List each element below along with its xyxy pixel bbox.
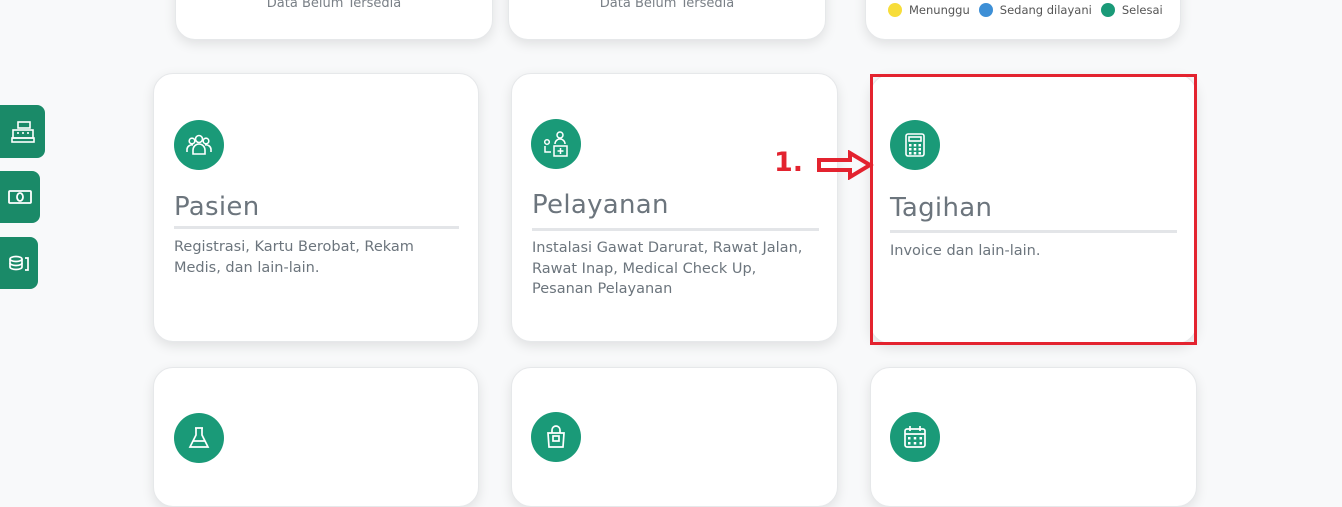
side-button-cash-register[interactable] bbox=[0, 105, 45, 158]
menu-card-pasien[interactable]: Pasien Registrasi, Kartu Berobat, Rekam … bbox=[153, 73, 479, 342]
doctor-service-icon bbox=[531, 119, 581, 169]
top-card-1: Data Belum Tersedia bbox=[175, 0, 493, 40]
no-data-text: Data Belum Tersedia bbox=[599, 0, 735, 11]
users-icon bbox=[174, 120, 224, 170]
legend-label-waiting: Menunggu bbox=[909, 3, 970, 17]
legend-dot-in-service bbox=[978, 3, 993, 17]
side-button-coins[interactable] bbox=[0, 237, 38, 289]
side-button-money[interactable] bbox=[0, 171, 40, 223]
menu-card-jadwal[interactable] bbox=[870, 367, 1197, 507]
card-description: Instalasi Gawat Darurat, Rawat Jalan, Ra… bbox=[532, 240, 803, 297]
legend-label-done: Selesai bbox=[1121, 3, 1163, 17]
legend-label-in-service: Sedang dilayani bbox=[999, 3, 1092, 17]
card-divider bbox=[174, 226, 459, 229]
menu-card-laboratorium[interactable] bbox=[153, 367, 479, 507]
card-title: Pasien bbox=[174, 192, 260, 222]
money-bill-icon bbox=[8, 190, 32, 204]
status-legend-card: Menunggu Sedang dilayani Selesai bbox=[865, 0, 1181, 40]
card-title: Tagihan bbox=[890, 193, 993, 223]
legend-dot-waiting bbox=[888, 3, 902, 17]
annotation-number: 1. bbox=[774, 147, 804, 178]
menu-card-pelayanan[interactable]: Pelayanan Instalasi Gawat Darurat, Rawat… bbox=[511, 73, 838, 342]
card-title: Pelayanan bbox=[532, 190, 669, 220]
cash-register-icon bbox=[10, 120, 35, 143]
calculator-icon bbox=[890, 120, 940, 170]
legend-dot-done bbox=[1100, 3, 1115, 17]
shopping-bag-icon bbox=[531, 412, 581, 462]
calendar-icon bbox=[890, 412, 940, 462]
flask-icon bbox=[174, 413, 224, 463]
status-legend: Menunggu Sedang dilayani Selesai bbox=[888, 3, 1172, 17]
card-description: Invoice dan lain-lain. bbox=[890, 243, 1041, 259]
top-card-2: Data Belum Tersedia bbox=[508, 0, 826, 40]
coins-icon bbox=[9, 255, 29, 271]
menu-card-tagihan[interactable]: Tagihan Invoice dan lain-lain. bbox=[870, 74, 1197, 344]
card-divider bbox=[890, 230, 1177, 233]
card-description: Registrasi, Kartu Berobat, Rekam Medis, … bbox=[174, 239, 414, 276]
no-data-text: Data Belum Tersedia bbox=[266, 0, 402, 11]
annotation-arrow-icon bbox=[817, 150, 874, 180]
menu-card-farmasi[interactable] bbox=[511, 367, 838, 507]
card-divider bbox=[532, 228, 819, 231]
